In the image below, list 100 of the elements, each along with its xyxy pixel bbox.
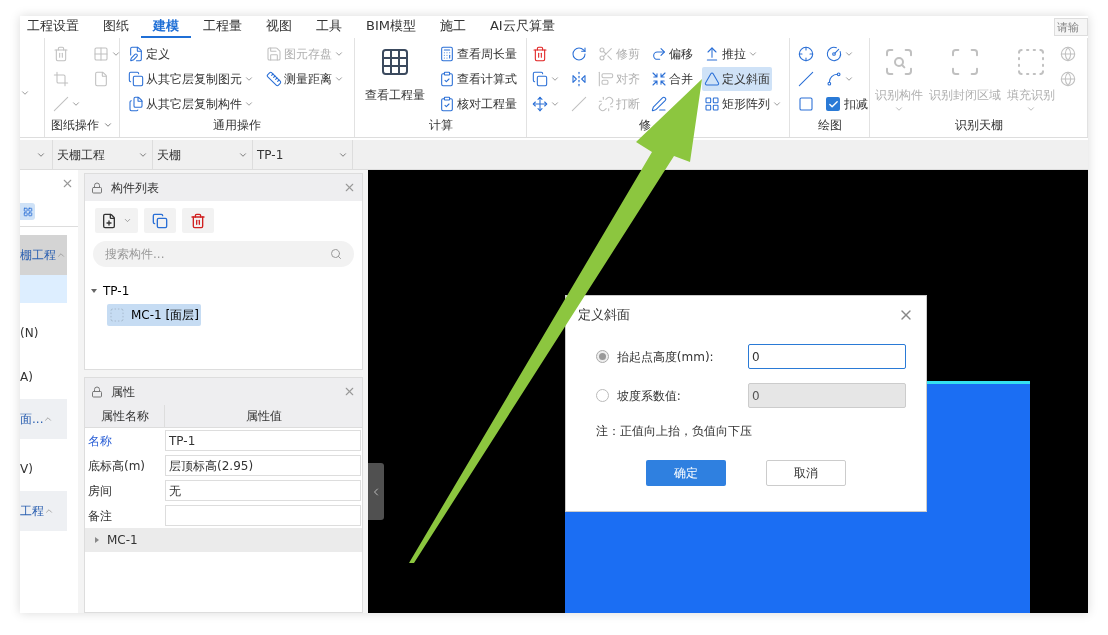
grid-icon xyxy=(704,96,720,112)
chevron-up-icon xyxy=(56,250,66,260)
dropdown[interactable]: 天棚工程 xyxy=(53,140,153,169)
copy-icon xyxy=(532,71,548,87)
file-icon xyxy=(93,71,109,87)
ribbon-button[interactable]: 矩形阵列 xyxy=(702,92,784,116)
ribbon-button[interactable]: 测量距离 xyxy=(264,67,346,91)
ribbon-button[interactable]: 定义 xyxy=(126,42,172,66)
copy-button[interactable] xyxy=(144,208,176,233)
note-text: 注：正值向上抬，负值向下压 xyxy=(596,423,753,440)
collapse-handle[interactable] xyxy=(368,463,384,520)
close-button[interactable] xyxy=(61,177,74,190)
chevron-up-icon xyxy=(43,414,54,424)
caret-icon xyxy=(71,99,81,109)
menu-tab[interactable]: 工具 xyxy=(304,16,354,38)
scissors-icon xyxy=(598,46,614,62)
section-header[interactable]: 工程 xyxy=(20,491,67,531)
ribbon-button[interactable]: 核对工程量 xyxy=(437,92,519,116)
edit-icon xyxy=(128,46,144,62)
scan-icon xyxy=(883,46,915,78)
confirm-button[interactable]: 确定 xyxy=(646,460,726,486)
column-header: 属性值 xyxy=(244,408,283,425)
menu-tab[interactable]: 图纸 xyxy=(91,16,141,38)
line-icon xyxy=(53,96,69,112)
search-field[interactable]: 搜索构件... xyxy=(93,241,354,267)
pen-icon xyxy=(651,96,667,112)
menu-tab[interactable]: BIM模型 xyxy=(354,16,428,38)
caret-icon xyxy=(244,99,254,109)
grid-search-icon xyxy=(379,46,411,78)
list-item[interactable]: (N) xyxy=(20,319,67,347)
section-header[interactable]: 棚工程 xyxy=(20,235,67,275)
ribbon-button[interactable]: 查看周长量 xyxy=(437,42,519,66)
trash-icon xyxy=(190,212,206,229)
property-value[interactable]: 无 xyxy=(165,480,361,501)
lock-icon[interactable] xyxy=(91,385,103,398)
ribbon-button[interactable]: 从其它层复制图元 xyxy=(126,67,256,91)
caret-icon xyxy=(1026,104,1036,114)
ribbon-button[interactable]: 查看工程量 xyxy=(361,42,429,104)
close-button[interactable] xyxy=(343,181,356,194)
option-label: 抬起点高度(mm): xyxy=(616,348,715,366)
group-label: 计算 xyxy=(428,117,453,134)
expand-caret-icon[interactable] xyxy=(95,537,99,543)
ruler-icon xyxy=(266,71,282,87)
menu-tab[interactable]: AI云尺算量 xyxy=(477,16,567,38)
menu-tab[interactable]: 施工 xyxy=(427,16,478,38)
dialog-title: 定义斜面 xyxy=(578,306,630,325)
property-name: 底标高(m) xyxy=(87,457,147,475)
section-header[interactable]: 面... xyxy=(20,399,67,439)
curved-arrow-icon xyxy=(651,46,667,62)
caret-icon xyxy=(844,74,854,84)
caret-icon xyxy=(123,216,132,225)
list-view-button[interactable] xyxy=(20,203,35,220)
close-button[interactable] xyxy=(343,385,356,398)
copy-icon xyxy=(152,212,168,229)
radio-button[interactable] xyxy=(596,350,609,363)
property-value[interactable]: TP-1 xyxy=(165,430,361,451)
triangle-icon xyxy=(704,71,720,87)
caret-icon xyxy=(748,49,758,59)
spline-icon xyxy=(826,71,842,87)
new-button[interactable] xyxy=(95,208,138,233)
cancel-button[interactable]: 取消 xyxy=(766,460,846,486)
caret-icon xyxy=(334,49,344,59)
property-value[interactable]: 层顶标高(2.95) xyxy=(165,455,361,476)
delete-button[interactable] xyxy=(182,208,214,233)
input-field[interactable]: 0 xyxy=(748,344,906,369)
tree-item[interactable]: TP-1 xyxy=(101,282,132,300)
menu-tab[interactable]: 工程设置 xyxy=(20,16,91,38)
ribbon-button[interactable]: 从其它层复制构件 xyxy=(126,92,256,116)
ribbon-button[interactable]: 推拉 xyxy=(702,42,760,66)
crosshair-icon xyxy=(798,46,814,62)
ribbon-button[interactable]: 定义斜面 xyxy=(702,67,772,91)
group-label: 通用操作 xyxy=(213,117,261,134)
dropdown[interactable]: TP-1 xyxy=(253,140,353,169)
property-name: 备注 xyxy=(87,507,113,525)
menu-tab[interactable]: 视图 xyxy=(254,16,304,38)
group-label: 修 xyxy=(639,117,651,134)
dashed-square-icon xyxy=(109,307,125,323)
unlink-icon xyxy=(598,96,614,112)
ribbon-button[interactable]: 偏移 xyxy=(649,42,695,66)
dropdown[interactable]: 天棚 xyxy=(153,140,253,169)
group-row[interactable]: MC-1 xyxy=(107,531,138,549)
menu-tab[interactable]: 工程量 xyxy=(191,16,254,38)
expand-caret-icon[interactable] xyxy=(91,289,97,293)
radio-button[interactable] xyxy=(596,389,609,402)
list-item[interactable]: A) xyxy=(20,363,67,391)
line-icon xyxy=(571,96,587,112)
square-icon xyxy=(1015,46,1047,78)
search-field[interactable]: 请输 xyxy=(1054,18,1088,36)
lock-icon[interactable] xyxy=(91,181,103,194)
move-icon xyxy=(532,96,548,112)
ribbon-button[interactable]: 查看计算式 xyxy=(437,67,519,91)
tree-item[interactable]: MC-1 [面层] xyxy=(107,304,201,326)
crop-icon xyxy=(53,71,69,87)
group-label: 识别天棚 xyxy=(954,117,1003,134)
list-item[interactable]: V) xyxy=(20,455,67,483)
trash-icon xyxy=(53,46,69,62)
input-field[interactable]: 0 xyxy=(748,383,906,408)
clipboard-icon xyxy=(439,96,455,112)
checkbox[interactable]: 扣减 xyxy=(824,92,870,116)
ribbon-button[interactable]: 合并 xyxy=(649,67,695,91)
